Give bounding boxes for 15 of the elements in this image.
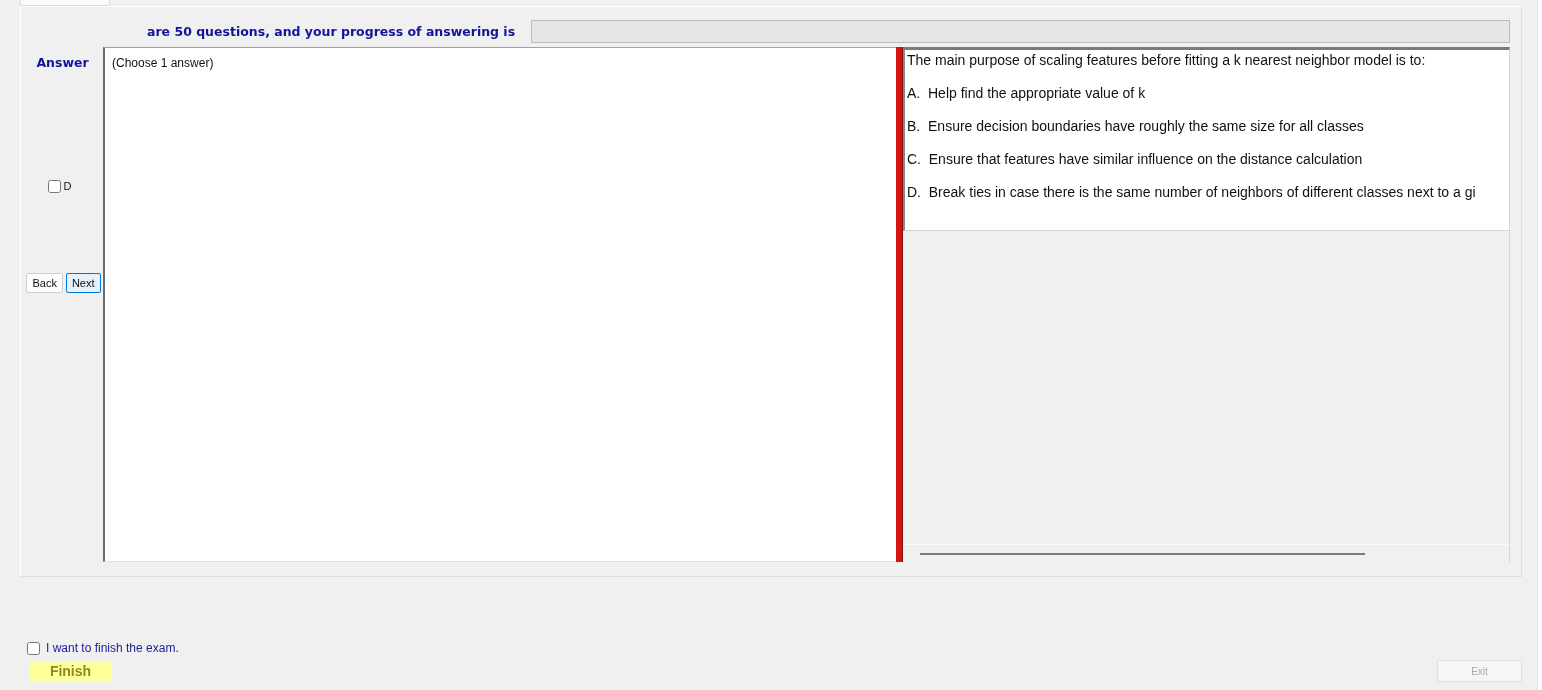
option-text: A. Help find the appropriate value of k bbox=[907, 84, 1147, 103]
next-button[interactable]: Next bbox=[65, 273, 101, 293]
option-text: D. Break ties in case there is the same number of neighbors of different classes next to a gi bbox=[907, 183, 1477, 202]
option-text: B. Ensure decision boundaries have roughly the same size for all classes bbox=[907, 117, 1365, 136]
scrollbar-thumb[interactable] bbox=[920, 552, 1365, 555]
finish-checkbox[interactable] bbox=[27, 641, 40, 655]
question-text: The main purpose of scaling features before fitting a k nearest neighbor model is to: bbox=[907, 51, 1427, 70]
option-text: C. Ensure that features have similar influence on the distance calculation bbox=[907, 150, 1364, 169]
progress-caption: are 50 questions, and your progress of answering is bbox=[147, 23, 516, 39]
answer-heading: Answer bbox=[36, 55, 89, 71]
option-label[interactable]: D bbox=[63, 179, 72, 193]
finish-label[interactable]: I want to finish the exam. bbox=[46, 641, 179, 655]
answer-checkbox[interactable] bbox=[47, 179, 61, 193]
back-button[interactable]: Back bbox=[26, 273, 63, 293]
answer-instruction: (Choose 1 answer) bbox=[112, 56, 214, 70]
